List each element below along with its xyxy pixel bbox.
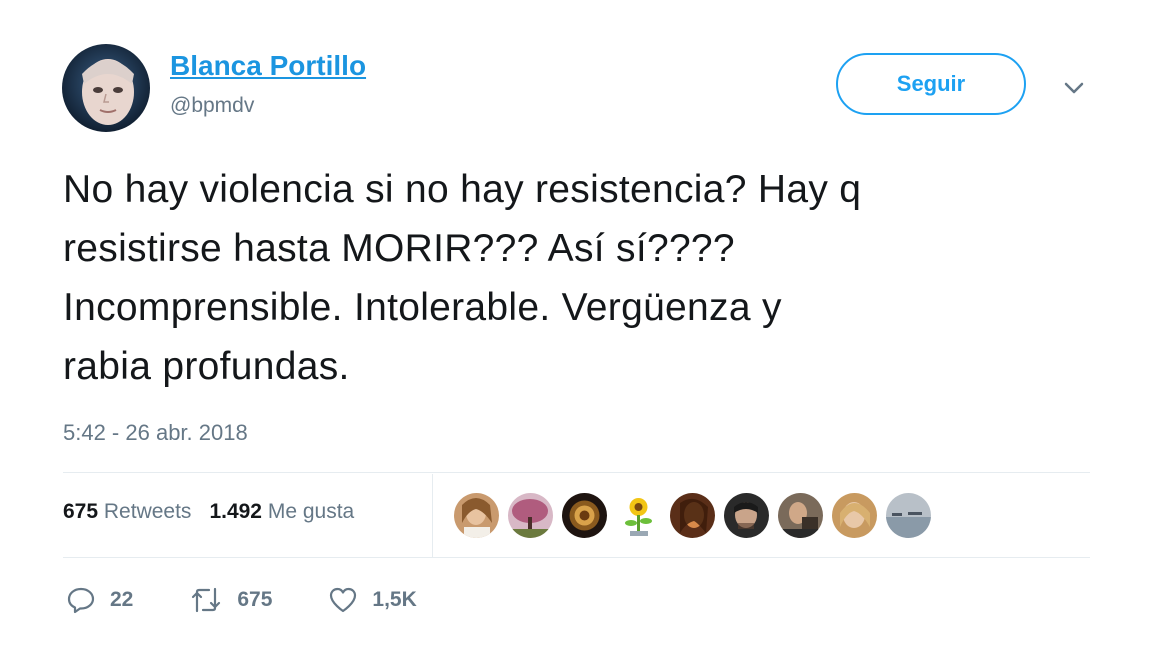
avatar-image	[62, 44, 150, 132]
tweet-timestamp[interactable]: 5:42 - 26 abr. 2018	[63, 420, 248, 446]
user-name-link[interactable]: Blanca Portillo	[170, 50, 366, 82]
likes-label: Me gusta	[267, 500, 355, 523]
likes-stat[interactable]: 1.492 Me gusta	[209, 500, 354, 523]
like-button[interactable]: 1,5K	[328, 585, 417, 615]
like-count: 1,5K	[372, 588, 417, 611]
liker-avatars	[454, 493, 931, 538]
retweets-label: Retweets	[103, 500, 192, 523]
reply-button[interactable]: 22	[66, 585, 133, 615]
liker-avatar[interactable]	[724, 493, 769, 538]
follow-button[interactable]: Seguir	[836, 53, 1026, 115]
stats-divider	[432, 474, 433, 558]
liker-avatar[interactable]	[508, 493, 553, 538]
tweet-card: Blanca Portillo @bpmdv Seguir No hay vio…	[0, 0, 1150, 655]
tweet-actions: 22 675 1,5K	[66, 585, 473, 615]
liker-avatar[interactable]	[616, 493, 661, 538]
liker-avatar[interactable]	[832, 493, 877, 538]
tweet-text: No hay violencia si no hay resistencia? …	[63, 168, 862, 388]
liker-avatar[interactable]	[778, 493, 823, 538]
liker-avatar[interactable]	[454, 493, 499, 538]
reply-count: 22	[110, 588, 134, 611]
likes-count: 1.492	[209, 500, 262, 523]
chevron-down-icon[interactable]	[1058, 72, 1090, 104]
retweets-count: 675	[63, 500, 99, 523]
retweet-count: 675	[237, 588, 273, 611]
avatar[interactable]	[62, 44, 150, 132]
liker-avatar[interactable]	[670, 493, 715, 538]
retweet-button[interactable]: 675	[189, 585, 272, 615]
heart-icon	[330, 587, 357, 613]
tweet-stats: 675 Retweets 1.492 Me gusta	[63, 500, 354, 524]
retweet-icon	[192, 587, 221, 613]
liker-avatar[interactable]	[562, 493, 607, 538]
reply-icon	[67, 587, 95, 614]
user-handle: @bpmdv	[170, 94, 255, 117]
divider	[63, 557, 1090, 558]
retweets-stat[interactable]: 675 Retweets	[63, 500, 191, 523]
liker-avatar[interactable]	[886, 493, 931, 538]
divider	[63, 472, 1090, 473]
